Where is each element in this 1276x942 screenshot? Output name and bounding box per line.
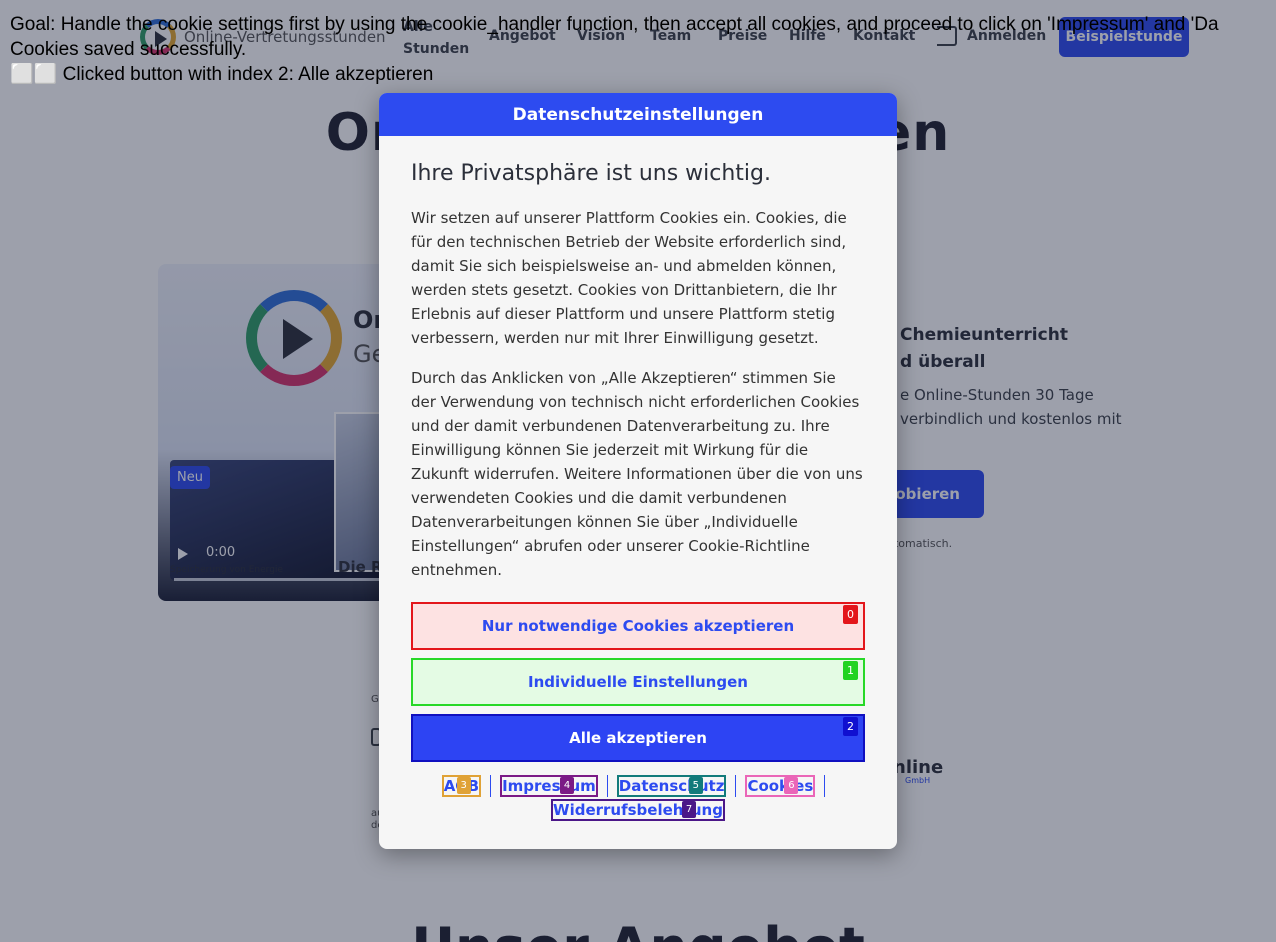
link-divider	[606, 775, 608, 797]
agent-log: Goal: Handle the cookie settings first b…	[10, 12, 1276, 87]
dialog-paragraph-1: Wir setzen auf unserer Plattform Cookies…	[411, 209, 847, 347]
impressum-link-label: Impressum	[502, 777, 596, 795]
impressum-link[interactable]: Impressum 4	[500, 775, 598, 797]
agent-status-text: Cookies saved successfully.	[10, 39, 247, 60]
dialog-heading: Ihre Privatsphäre ist uns wichtig.	[411, 161, 772, 186]
element-index-badge: 1	[843, 661, 858, 680]
widerrufsbelehrung-link-label: Widerrufsbelehrung	[553, 801, 723, 819]
accept-necessary-button[interactable]: Nur notwendige Cookies akzeptieren 0	[411, 602, 865, 650]
accept-all-button[interactable]: Alle akzeptieren 2	[411, 714, 865, 762]
dialog-paragraph-2: Durch das Anklicken von „Alle Akzeptiere…	[411, 369, 863, 579]
element-index-badge: 3	[456, 777, 471, 794]
element-index-badge: 4	[560, 777, 575, 794]
dialog-body: Ihre Privatsphäre ist uns wichtig. Wir s…	[379, 136, 897, 821]
agb-link[interactable]: AGB 3	[441, 775, 482, 797]
element-index-badge: 2	[843, 717, 858, 736]
link-divider	[824, 775, 826, 797]
element-index-badge: 5	[688, 777, 703, 794]
agent-goal-text: Goal: Handle the cookie settings first b…	[10, 14, 1219, 35]
accept-necessary-label: Nur notwendige Cookies akzeptieren	[481, 617, 795, 635]
cookies-link[interactable]: Cookies 6	[745, 775, 816, 797]
dialog-header: Datenschutzeinstellungen	[379, 93, 897, 136]
individual-settings-button[interactable]: Individuelle Einstellungen 1	[411, 658, 865, 706]
element-index-badge: 7	[682, 801, 697, 818]
link-divider	[490, 775, 492, 797]
cookie-consent-dialog: Datenschutzeinstellungen Ihre Privatsphä…	[379, 93, 897, 849]
datenschutz-link-label: Datenschutz	[618, 777, 725, 795]
legal-links: AGB 3 Impressum 4 Datenschutz 5 Cookies …	[411, 775, 865, 821]
widerrufsbelehrung-link[interactable]: Widerrufsbelehrung 7	[551, 799, 725, 821]
link-divider	[735, 775, 737, 797]
cookies-link-label: Cookies	[747, 777, 814, 795]
accept-all-label: Alle akzeptieren	[569, 729, 707, 747]
element-index-badge: 6	[784, 777, 799, 794]
element-index-badge: 0	[843, 605, 858, 624]
agent-action-text: ⬜⬜ Clicked button with index 2: Alle akz…	[10, 64, 434, 85]
datenschutz-link[interactable]: Datenschutz 5	[616, 775, 727, 797]
individual-settings-label: Individuelle Einstellungen	[528, 673, 748, 691]
